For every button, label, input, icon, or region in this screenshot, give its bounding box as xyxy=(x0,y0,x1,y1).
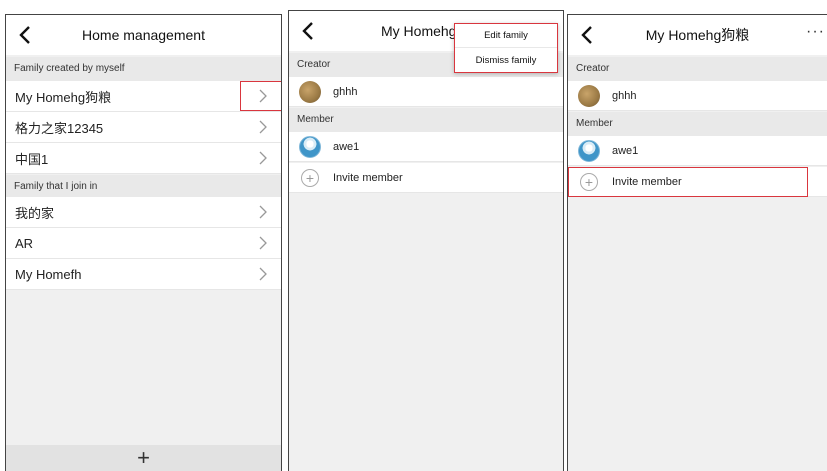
back-arrow-icon xyxy=(302,22,313,40)
creator-name: ghhh xyxy=(612,89,637,102)
home-management-screen: Home management Family created by myself… xyxy=(5,14,282,471)
back-arrow-icon xyxy=(581,26,592,44)
family-name: My Homefh xyxy=(15,266,82,282)
back-button[interactable] xyxy=(12,21,38,49)
family-detail-menu-screen: My Homehg狗粮 Creator ghhh Member awe1 + I… xyxy=(288,10,564,471)
section-header-creator: Creator xyxy=(568,57,827,81)
family-row[interactable]: My Homefh xyxy=(6,259,281,290)
member-row[interactable]: awe1 xyxy=(289,132,563,162)
plus-circle-icon: + xyxy=(580,172,598,191)
invite-member-row[interactable]: + Invite member xyxy=(568,167,827,197)
section-header-member: Member xyxy=(289,108,563,132)
family-name: 我的家 xyxy=(15,205,55,221)
section-header-created: Family created by myself xyxy=(6,57,281,81)
family-row[interactable]: 我的家 xyxy=(6,197,281,228)
creator-row[interactable]: ghhh xyxy=(568,81,827,111)
chevron-right-icon xyxy=(259,205,267,219)
avatar xyxy=(299,80,321,103)
family-name: 中国1 xyxy=(15,151,49,167)
family-row[interactable]: 中国1 xyxy=(6,143,281,174)
back-button[interactable] xyxy=(574,21,600,49)
add-family-button[interactable]: + xyxy=(6,445,281,471)
avatar xyxy=(578,139,600,162)
avatar xyxy=(578,84,600,107)
member-row[interactable]: awe1 xyxy=(568,136,827,166)
family-name: 格力之家12345 xyxy=(15,120,104,136)
plus-circle-icon: + xyxy=(301,168,319,187)
family-row[interactable]: My Homehg狗粮 xyxy=(6,81,281,112)
section-header-member: Member xyxy=(568,112,827,136)
family-name: My Homehg狗粮 xyxy=(15,89,112,105)
edit-family-menu-item[interactable]: Edit family xyxy=(455,24,557,48)
chevron-right-icon xyxy=(259,120,267,134)
more-options-icon[interactable]: ··· xyxy=(806,23,825,41)
family-row[interactable]: AR xyxy=(6,228,281,259)
section-header-joined: Family that I join in xyxy=(6,175,281,199)
back-arrow-icon xyxy=(19,26,30,44)
family-name: AR xyxy=(15,235,34,251)
invite-label: Invite member xyxy=(612,175,682,188)
family-row[interactable]: 格力之家12345 xyxy=(6,112,281,143)
avatar xyxy=(299,135,321,158)
family-options-menu: Edit family Dismiss family xyxy=(454,23,558,73)
member-name: awe1 xyxy=(612,144,639,157)
page-title: Home management xyxy=(82,27,205,43)
dismiss-family-menu-item[interactable]: Dismiss family xyxy=(455,48,557,72)
navbar: My Homehg狗粮 ··· xyxy=(568,15,827,55)
page-title: My Homehg狗粮 xyxy=(645,27,750,43)
family-detail-screen: My Homehg狗粮 ··· Creator ghhh Member awe1… xyxy=(567,14,827,471)
chevron-right-icon xyxy=(259,236,267,250)
member-name: awe1 xyxy=(333,140,360,153)
creator-row[interactable]: ghhh xyxy=(289,77,563,107)
back-button[interactable] xyxy=(295,17,321,45)
navbar: Home management xyxy=(6,15,281,55)
plus-icon: + xyxy=(137,445,150,470)
chevron-right-icon xyxy=(259,89,267,103)
chevron-right-icon xyxy=(259,151,267,165)
creator-name: ghhh xyxy=(333,85,358,98)
invite-label: Invite member xyxy=(333,171,403,184)
invite-member-row[interactable]: + Invite member xyxy=(289,163,563,193)
chevron-right-icon xyxy=(259,267,267,281)
